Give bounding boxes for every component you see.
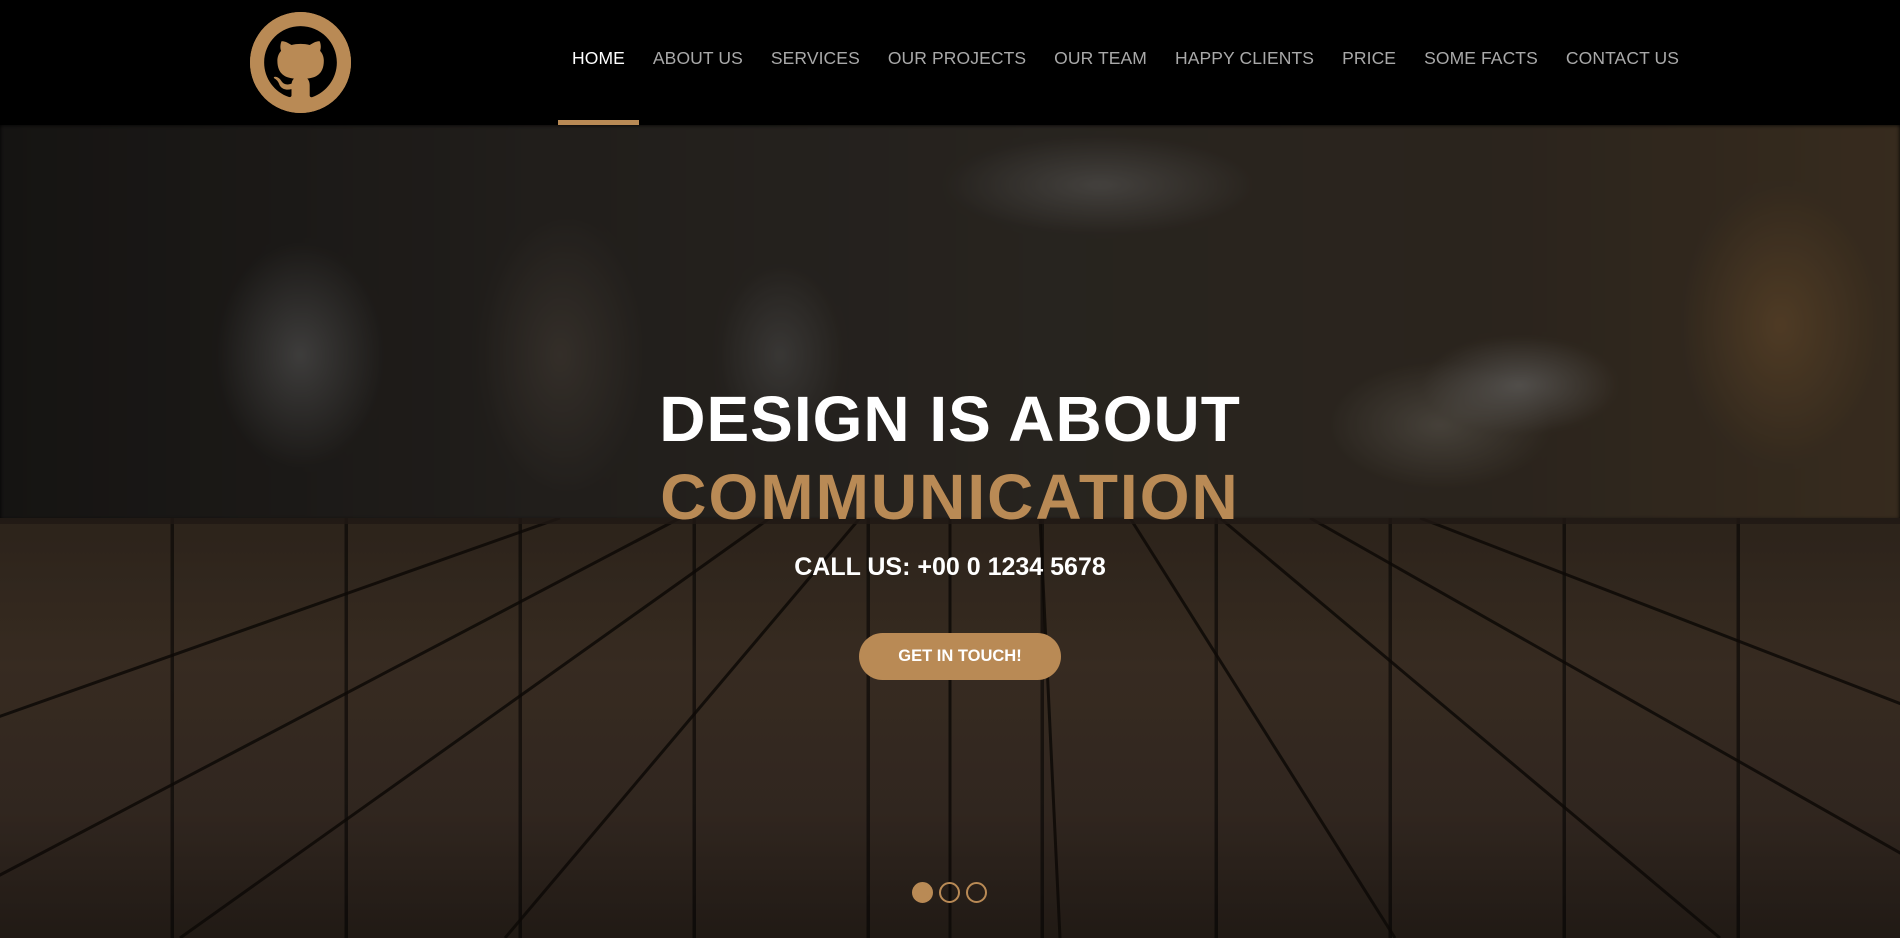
site-header: HOME ABOUT US SERVICES OUR PROJECTS OUR … — [0, 0, 1900, 125]
nav-item-label: SERVICES — [770, 48, 860, 68]
main-nav: HOME ABOUT US SERVICES OUR PROJECTS OUR … — [558, 0, 1693, 125]
hero-content: DESIGN IS ABOUT COMMUNICATION CALL US: +… — [0, 125, 1900, 938]
nav-item-label: SOME FACTS — [1424, 48, 1538, 68]
nav-item-label: CONTACT US — [1565, 48, 1680, 68]
nav-item-home[interactable]: HOME — [558, 0, 639, 125]
nav-item-happy-clients[interactable]: HAPPY CLIENTS — [1161, 0, 1328, 125]
nav-item-our-team[interactable]: OUR TEAM — [1040, 0, 1161, 125]
slider-dot-3[interactable] — [966, 882, 987, 903]
get-in-touch-button[interactable]: GET IN TOUCH! — [859, 633, 1061, 680]
nav-item-about-us[interactable]: ABOUT US — [639, 0, 757, 125]
nav-item-services[interactable]: SERVICES — [757, 0, 874, 125]
active-underline — [558, 120, 639, 125]
nav-item-label: ABOUT US — [652, 48, 743, 68]
github-logo-icon[interactable] — [250, 12, 351, 113]
nav-item-label: HOME — [572, 48, 625, 68]
slider-pagination — [912, 882, 987, 903]
nav-item-label: PRICE — [1342, 48, 1397, 68]
hero-headline-line1: DESIGN IS ABOUT — [659, 383, 1241, 455]
nav-item-price[interactable]: PRICE — [1328, 0, 1410, 125]
nav-item-label: OUR PROJECTS — [887, 48, 1027, 68]
nav-item-our-projects[interactable]: OUR PROJECTS — [874, 0, 1040, 125]
slider-dot-1[interactable] — [912, 882, 933, 903]
nav-item-some-facts[interactable]: SOME FACTS — [1410, 0, 1552, 125]
nav-item-contact-us[interactable]: CONTACT US — [1552, 0, 1693, 125]
slider-dot-2[interactable] — [939, 882, 960, 903]
hero-phone-text: CALL US: +00 0 1234 5678 — [794, 553, 1106, 581]
hero-headline-line2: COMMUNICATION — [660, 461, 1240, 533]
nav-item-label: HAPPY CLIENTS — [1175, 48, 1315, 68]
hero-slider: DESIGN IS ABOUT COMMUNICATION CALL US: +… — [0, 125, 1900, 938]
nav-item-label: OUR TEAM — [1054, 48, 1147, 68]
